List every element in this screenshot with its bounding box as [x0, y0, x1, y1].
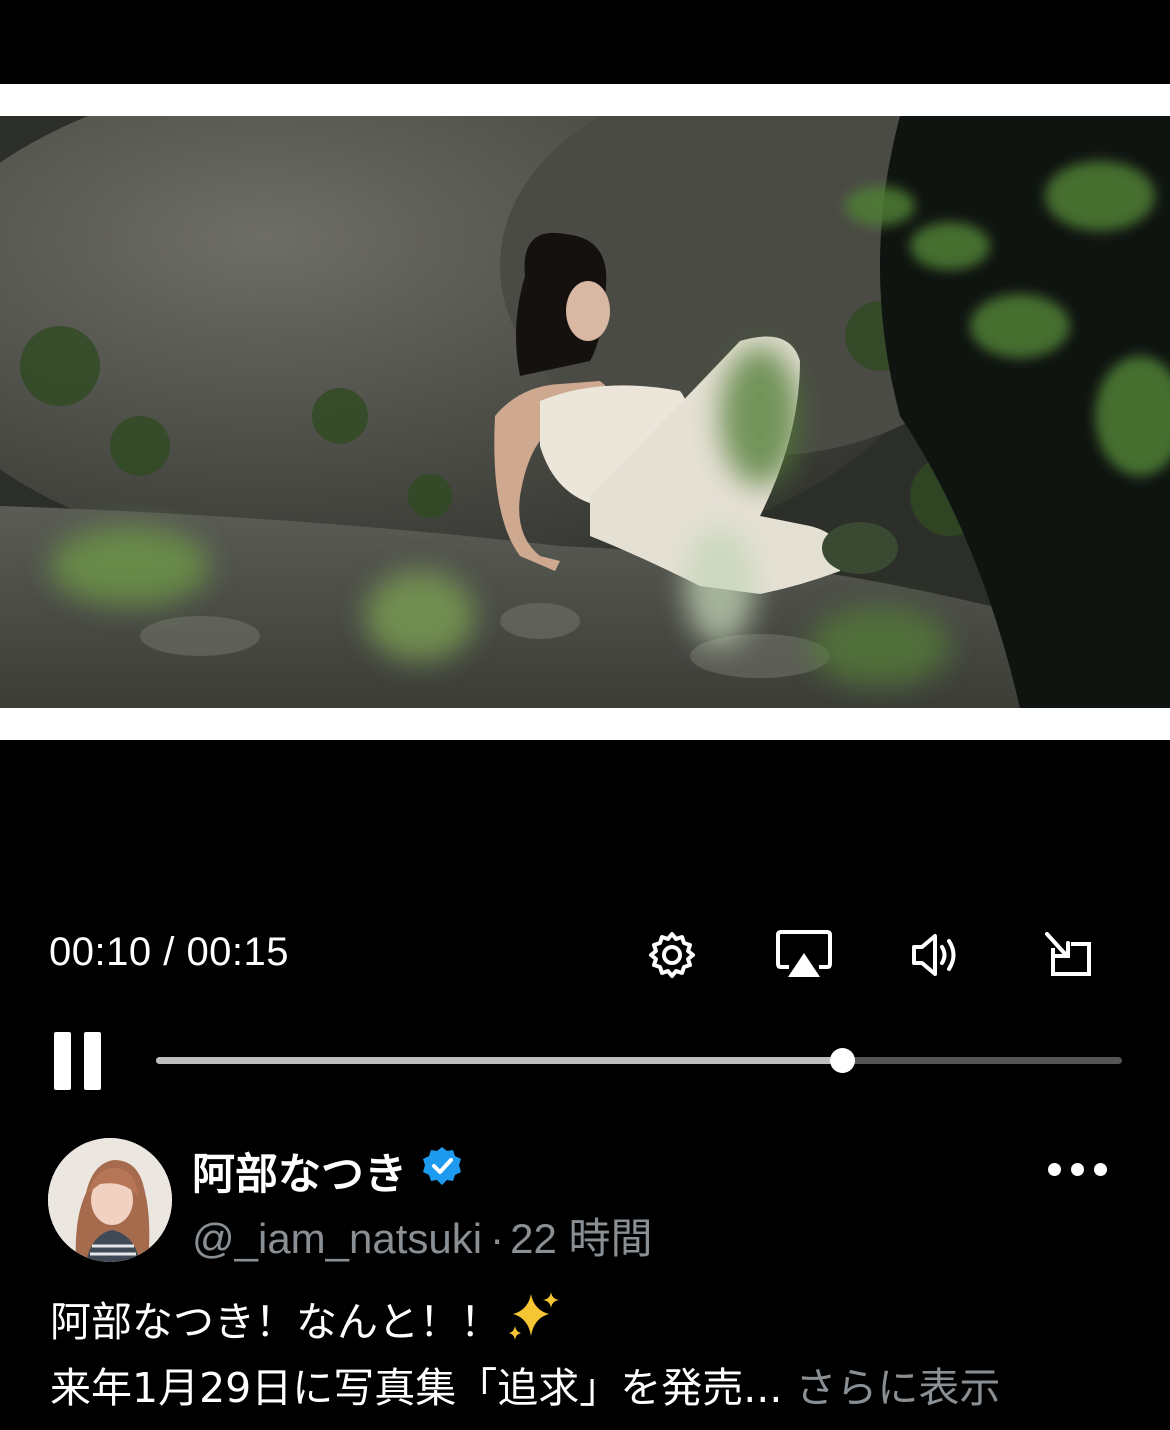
- video-timecode: 00:10 / 00:15: [49, 930, 290, 974]
- post-text: 阿部なつき！なんと！！ 来年1月29日に写真集「追求」を発売... さらに表示: [50, 1290, 1140, 1418]
- post-text-line-2-text: 来年1月29日に写真集「追求」を発売...: [50, 1364, 783, 1412]
- author-handle[interactable]: @_iam_natsuki: [192, 1215, 482, 1262]
- dot-icon: [1071, 1162, 1084, 1176]
- video-letterbox-top: [0, 84, 1170, 116]
- show-more-link[interactable]: さらに表示: [782, 1364, 1000, 1412]
- video-frame[interactable]: [0, 116, 1170, 708]
- post-text-line-2: 来年1月29日に写真集「追求」を発売... さらに表示: [50, 1358, 1140, 1418]
- post-text-line-1: 阿部なつき！なんと！！: [50, 1290, 1140, 1358]
- avatar[interactable]: [48, 1138, 172, 1262]
- exit-fullscreen-icon[interactable]: [1040, 925, 1100, 985]
- dot-icon: [1094, 1162, 1107, 1176]
- dot-icon: [1048, 1162, 1061, 1176]
- video-progress-handle[interactable]: [829, 1048, 855, 1073]
- video-letterbox-bottom: [0, 708, 1170, 740]
- meta-separator: ·: [490, 1215, 505, 1262]
- video-progress-fill: [156, 1057, 842, 1064]
- verified-badge-icon: [421, 1145, 463, 1198]
- more-options-button[interactable]: [1048, 1155, 1112, 1183]
- video-progress-bar[interactable]: [156, 1048, 1122, 1073]
- post-time[interactable]: 22 時間: [510, 1215, 652, 1262]
- sparkles-icon: [505, 1290, 561, 1358]
- author-name[interactable]: 阿部なつき: [192, 1140, 407, 1202]
- airplay-icon[interactable]: [774, 925, 834, 985]
- video-still: [0, 116, 1170, 708]
- gear-icon[interactable]: [642, 925, 702, 985]
- speaker-icon[interactable]: [906, 925, 966, 985]
- post-text-line-1-text: 阿部なつき！なんと！！: [50, 1298, 501, 1346]
- author-meta: @_iam_natsuki · 22 時間: [192, 1205, 653, 1266]
- pause-icon[interactable]: [52, 1032, 104, 1092]
- author-name-row[interactable]: 阿部なつき: [192, 1140, 463, 1202]
